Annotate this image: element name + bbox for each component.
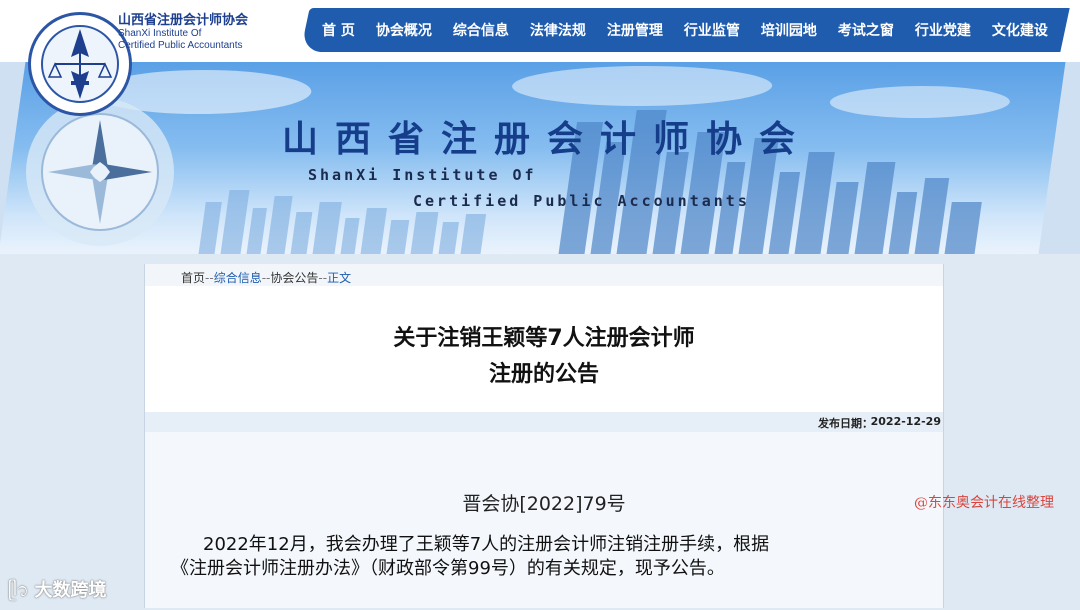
nav-item-registration[interactable]: 注册管理: [607, 20, 663, 40]
breadcrumb-news[interactable]: 综合信息: [214, 271, 262, 285]
publish-date-value: 2022-12-29: [870, 415, 941, 428]
breadcrumb-current[interactable]: 正文: [327, 271, 351, 285]
watermark-brand: ᥫ᭡ 大数跨境: [8, 576, 107, 610]
article-panel: 首页--综合信息--协会公告--正文 关于注销王颖等7人注册会计师 注册的公告 …: [144, 264, 944, 608]
breadcrumb-text: 首页--综合信息--协会公告--正文: [181, 269, 351, 286]
brand-text[interactable]: 山西省注册会计师协会 ShanXi Institute Of Certified…: [118, 14, 248, 52]
breadcrumb-separator: --: [318, 271, 328, 285]
banner-title: 山西省注册会计师协会: [282, 118, 813, 160]
article-title-line2: 注册的公告: [488, 362, 599, 387]
breadcrumb-announcements[interactable]: 协会公告: [270, 271, 318, 285]
header-banner: 山西省注册会计师协会 ShanXi Institute Of Certified…: [0, 62, 1080, 254]
article-body: 晋会协[2022]79号 2022年12月，我会办理了王颖等7人的注册会计师注销…: [145, 432, 943, 608]
nav-item-culture[interactable]: 文化建设: [992, 20, 1048, 40]
breadcrumb-separator: --: [205, 271, 214, 285]
nav-item-about[interactable]: 协会概况: [376, 20, 432, 40]
association-logo[interactable]: [28, 12, 132, 116]
banner-subtitle-line2: Certified Public Accountants: [413, 192, 750, 210]
nav-item-party[interactable]: 行业党建: [915, 20, 971, 40]
watermark-source: @东东奥会计在线整理: [914, 495, 1054, 511]
document-number: 晋会协[2022]79号: [462, 493, 626, 515]
article-paragraph-line1: 2022年12月，我会办理了王颖等7人的注册会计师注销注册手续，根据: [203, 534, 770, 555]
publish-date-bar: 发布日期： 2022-12-29: [145, 412, 943, 432]
banner-subtitle-line1: ShanXi Institute Of: [308, 166, 537, 184]
nav-item-training[interactable]: 培训园地: [761, 20, 817, 40]
brand-name-cn: 山西省注册会计师协会: [118, 13, 249, 28]
breadcrumb: 首页--综合信息--协会公告--正文: [145, 264, 943, 287]
nav-item-supervision[interactable]: 行业监管: [684, 20, 740, 40]
article-paragraph-line2: 《注册会计师注册办法》（财政部令第99号）的有关规定，现予公告。: [171, 558, 725, 579]
publish-date-label: 发布日期：: [818, 417, 873, 430]
watermark-brand-text: 大数跨境: [34, 580, 107, 601]
main-nav: 首 页 协会概况 综合信息 法律法规 注册管理 行业监管 培训园地 考试之窗 行…: [322, 8, 1069, 52]
nav-item-news[interactable]: 综合信息: [453, 20, 509, 40]
breadcrumb-home[interactable]: 首页: [181, 271, 205, 285]
brand-name-en-line1: ShanXi Institute Of: [118, 28, 202, 39]
article-title-box: 关于注销王颖等7人注册会计师 注册的公告: [145, 308, 943, 412]
nav-item-exams[interactable]: 考试之窗: [838, 20, 894, 40]
scales-emblem-icon: [47, 29, 113, 99]
watermark-logo-icon: ᥫ᭡: [8, 580, 35, 601]
spacer-strip: [145, 286, 943, 309]
article-title-line1: 关于注销王颖等7人注册会计师: [393, 326, 695, 351]
brand-name-en-line2: Certified Public Accountants: [118, 40, 243, 51]
nav-item-laws[interactable]: 法律法规: [530, 20, 586, 40]
nav-item-home[interactable]: 首 页: [322, 20, 355, 40]
